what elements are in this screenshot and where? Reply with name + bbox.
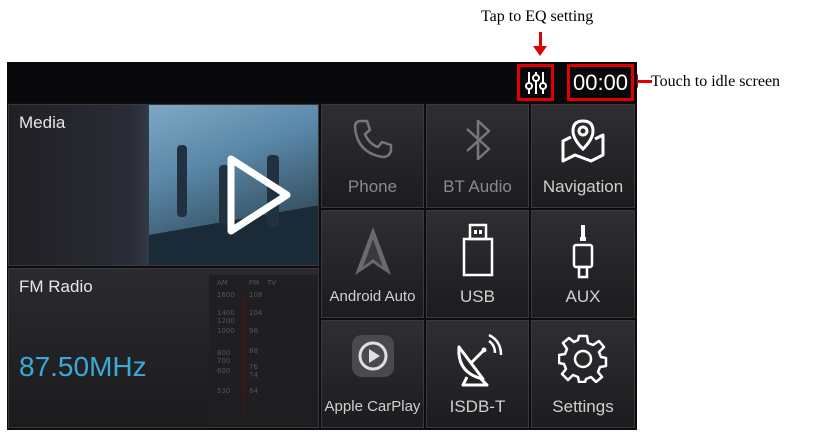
map-pin-icon <box>561 119 605 163</box>
dial-band-am: AM <box>217 279 228 287</box>
dial-fm-tick: 74 <box>249 371 258 379</box>
dial-fm-tick: 98 <box>249 327 258 335</box>
phone-label: Phone <box>347 177 398 196</box>
android-auto-icon <box>354 227 391 275</box>
aux-tile[interactable]: AUX <box>531 210 635 318</box>
idle-annotation-arrow <box>628 74 652 88</box>
dial-am-tick: 1600 <box>217 291 235 299</box>
apple-carplay-tile[interactable]: Apple CarPlay <box>321 320 424 428</box>
dial-am-tick: 1200 <box>217 317 235 325</box>
satellite-dish-icon <box>456 333 502 387</box>
isdb-t-tile[interactable]: ISDB-T <box>426 320 529 428</box>
usb-label: USB <box>460 287 495 306</box>
bt-audio-label: BT Audio <box>443 177 512 196</box>
dial-fm-tick: 108 <box>249 291 263 299</box>
dial-fm-tick: 88 <box>249 347 258 355</box>
navigation-tile[interactable]: Navigation <box>531 104 635 208</box>
aux-jack-icon <box>572 225 594 279</box>
apple-carplay-label: Apple CarPlay <box>324 398 421 415</box>
carplay-icon <box>351 335 394 377</box>
dial-fm-tick: 76 <box>249 363 258 371</box>
status-bar: 00:00 <box>7 62 637 102</box>
dial-fm-tick: 104 <box>249 309 263 317</box>
idle-annotation-text: Touch to idle screen <box>651 73 781 90</box>
usb-icon <box>462 223 493 277</box>
head-unit-screen: 00:00 Media FM Radio 87.50MHz AM FM TV 1… <box>7 62 637 430</box>
settings-label: Settings <box>552 397 614 416</box>
media-title: Media <box>19 113 66 132</box>
dial-am-tick: 530 <box>217 387 231 395</box>
equalizer-icon <box>524 71 547 94</box>
bluetooth-icon <box>465 119 490 161</box>
clock-button[interactable]: 00:00 <box>567 64 634 101</box>
eq-annotation-arrow <box>533 32 547 56</box>
dial-band-tv: TV <box>267 279 277 287</box>
dial-am-tick: 600 <box>217 367 231 375</box>
navigation-label: Navigation <box>542 177 624 196</box>
aux-label: AUX <box>565 287 601 306</box>
bt-audio-tile[interactable]: BT Audio <box>426 104 529 208</box>
usb-tile[interactable]: USB <box>426 210 529 318</box>
radio-frequency: 87.50MHz <box>19 351 147 382</box>
isdb-t-label: ISDB-T <box>449 397 506 416</box>
gear-icon <box>558 334 608 383</box>
dial-fm-tick: 64 <box>249 387 258 395</box>
media-tile[interactable]: Media <box>8 104 319 266</box>
dial-am-tick: 800 <box>217 349 231 357</box>
dial-am-tick: 1000 <box>217 327 235 335</box>
dial-band-fm: FM <box>249 279 260 287</box>
phone-icon <box>353 119 392 159</box>
dial-am-tick: 700 <box>217 357 231 365</box>
settings-tile[interactable]: Settings <box>531 320 635 428</box>
eq-button[interactable] <box>517 64 554 101</box>
android-auto-label: Android Auto <box>329 288 416 305</box>
fm-radio-tile[interactable]: FM Radio 87.50MHz AM FM TV 1600 1400 120… <box>8 268 319 428</box>
play-icon <box>227 155 291 235</box>
dial-am-tick: 1400 <box>217 309 235 317</box>
radio-title: FM Radio <box>19 277 93 296</box>
phone-tile[interactable]: Phone <box>321 104 424 208</box>
dial-needle <box>243 293 245 413</box>
eq-annotation-text: Tap to EQ setting <box>481 8 594 25</box>
radio-dial-graphic: AM FM TV 1600 1400 1200 1000 800 700 600… <box>209 275 318 425</box>
android-auto-tile[interactable]: Android Auto <box>321 210 424 318</box>
